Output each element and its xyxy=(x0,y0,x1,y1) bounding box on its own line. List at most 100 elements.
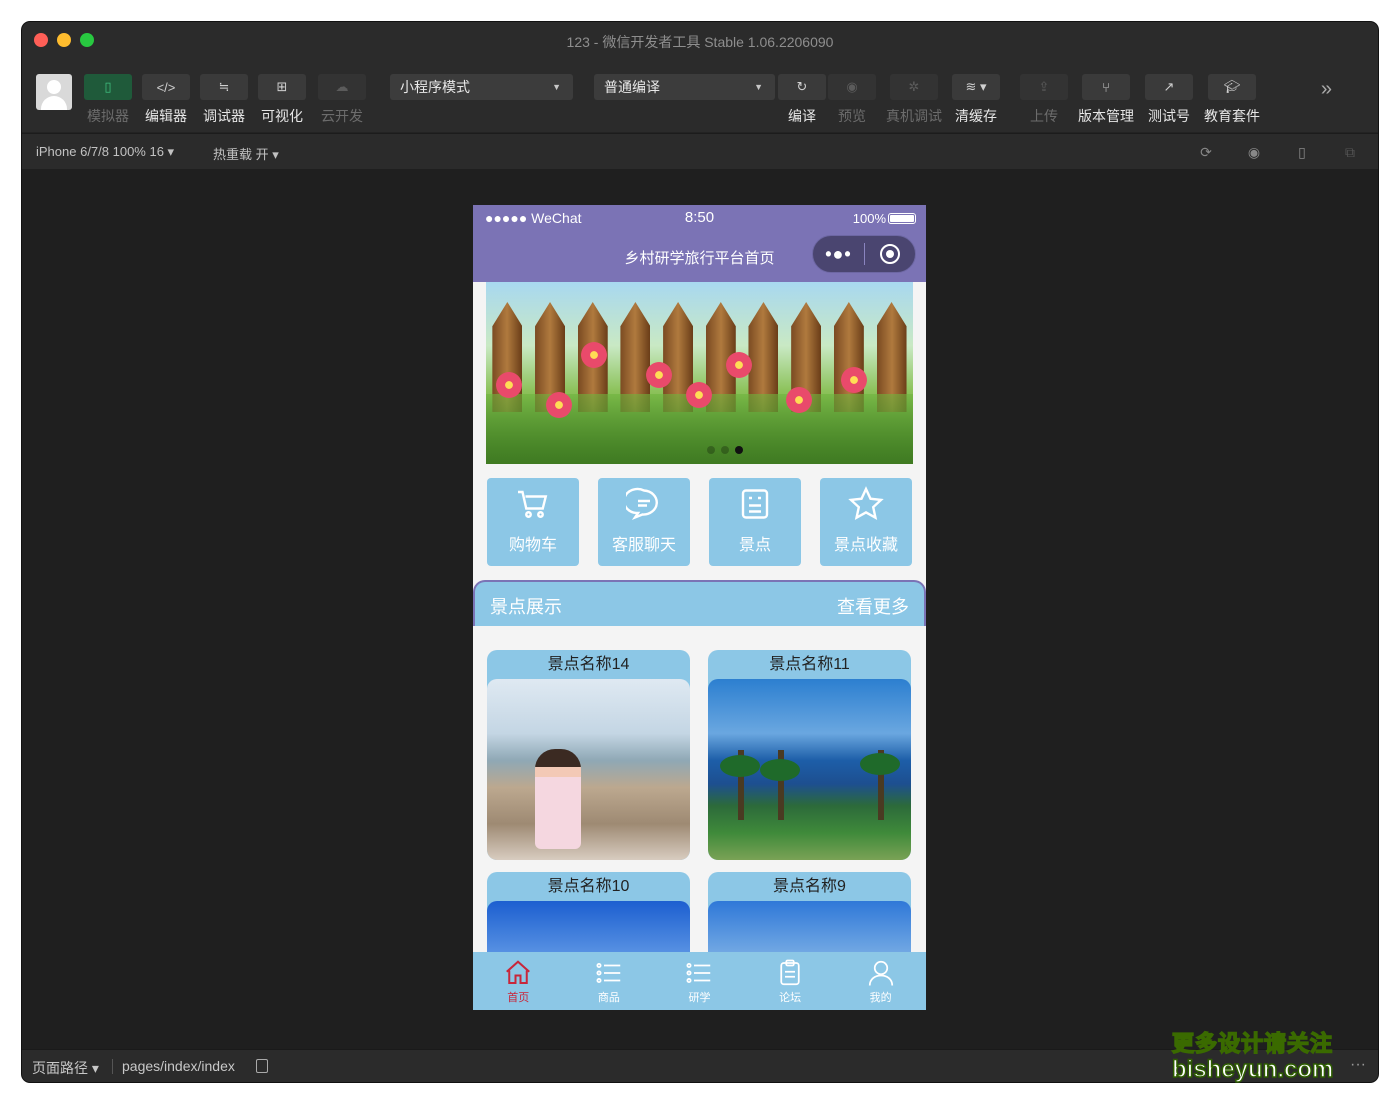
cart-icon xyxy=(518,490,548,518)
layers-icon: ≋ ▾ xyxy=(965,79,987,94)
hot-reload-toggle[interactable]: 热重载 开 ▾ xyxy=(213,144,279,163)
chevron-down-icon: ▼ xyxy=(552,82,561,92)
tab-mine-label: 我的 xyxy=(869,992,892,1004)
tab-study-label: 研学 xyxy=(688,992,711,1004)
watermark-line1: 更多设计请关注 xyxy=(1171,1030,1334,1057)
close-miniprogram-button[interactable] xyxy=(865,244,915,264)
spot-card-image xyxy=(487,679,690,860)
tab-goods-label: 商品 xyxy=(597,992,620,1004)
visual-button[interactable]: ⊞ 可视化 xyxy=(258,74,306,126)
window-icon[interactable]: ⧉ xyxy=(1342,144,1358,160)
compile-select[interactable]: 普通编译 ▼ xyxy=(594,74,775,100)
device-label: iPhone 6/7/8 100% 16 xyxy=(36,144,164,159)
mode-select-value: 小程序模式 xyxy=(400,79,470,95)
phone-screen: ●●●●● WeChat 8:50 100% 乡村研学旅行平台首页 •●• 购物… xyxy=(473,205,926,1010)
more-icon[interactable]: » xyxy=(1321,78,1332,101)
simulator-button[interactable]: ▯ 模拟器 xyxy=(84,74,132,126)
section-title: 景点展示 xyxy=(490,597,562,617)
menu-cart-label: 购物车 xyxy=(508,537,557,554)
copy-icon[interactable] xyxy=(256,1059,268,1073)
menu-chat[interactable]: 客服聊天 xyxy=(598,478,690,566)
menu-spots[interactable]: 景点 xyxy=(709,478,801,566)
spot-card[interactable]: 景点名称14 xyxy=(487,650,690,860)
preview-label: 预览 xyxy=(838,108,866,124)
user-icon xyxy=(868,960,893,986)
spot-card-title: 景点名称10 xyxy=(547,878,630,895)
menu-favorites-label: 景点收藏 xyxy=(833,537,898,554)
page-path-select[interactable]: 页面路径 ▾ xyxy=(32,1058,99,1078)
menu-spots-label: 景点 xyxy=(738,537,771,554)
tab-forum-label: 论坛 xyxy=(779,992,802,1004)
home-icon xyxy=(506,960,531,984)
debugger-button[interactable]: ≒ 调试器 xyxy=(200,74,248,126)
upload-label: 上传 xyxy=(1030,108,1058,124)
chevron-down-icon: ▼ xyxy=(754,82,763,92)
rotate-icon[interactable]: ⟳ xyxy=(1198,144,1214,160)
title-bar: 123 - 微信开发者工具 Stable 1.06.2206090 xyxy=(22,22,1378,60)
watermark: 更多设计请关注 bisheyun.com xyxy=(1171,1026,1334,1084)
spot-card-title: 景点名称14 xyxy=(547,656,630,673)
preview-button[interactable]: ◉ 预览 xyxy=(828,74,876,126)
upload-icon: ⇪ xyxy=(1038,79,1050,94)
test-account-button[interactable]: ↗ 测试号 xyxy=(1145,74,1193,126)
version-button[interactable]: ⑂ 版本管理 xyxy=(1078,74,1134,126)
tab-mine[interactable]: 我的 xyxy=(835,952,926,1010)
editor-button[interactable]: </> 编辑器 xyxy=(142,74,190,126)
remote-debug-button[interactable]: ✲ 真机调试 xyxy=(886,74,942,126)
menu-grid: 购物车 客服聊天 景点 景点收藏 xyxy=(473,464,926,566)
mini-program-navbar: ●●●●● WeChat 8:50 100% 乡村研学旅行平台首页 •●• xyxy=(473,205,926,282)
version-label: 版本管理 xyxy=(1078,108,1134,124)
mode-select[interactable]: 小程序模式 ▼ xyxy=(390,74,573,100)
tab-study[interactable]: 研学 xyxy=(654,952,745,1010)
layout-icon: ⊞ xyxy=(276,79,288,94)
code-icon: </> xyxy=(156,79,176,95)
avatar[interactable] xyxy=(36,74,72,110)
menu-cart[interactable]: 购物车 xyxy=(487,478,579,566)
window-title: 123 - 微信开发者工具 Stable 1.06.2206090 xyxy=(566,34,834,50)
visual-label: 可视化 xyxy=(261,108,303,124)
device-select[interactable]: iPhone 6/7/8 100% 16 ▾ xyxy=(36,144,174,160)
more-options-icon[interactable]: ··· xyxy=(1350,1056,1366,1074)
menu-favorites[interactable]: 景点收藏 xyxy=(820,478,912,566)
section-header: 景点展示 查看更多 xyxy=(473,580,926,626)
spot-card[interactable]: 景点名称11 xyxy=(708,650,911,860)
eye-icon: ◉ xyxy=(846,79,858,94)
tab-home-label: 首页 xyxy=(507,992,530,1004)
debug-icon: ≒ xyxy=(218,79,230,94)
external-icon: ↗ xyxy=(1163,79,1175,94)
cloud-icon: ☁ xyxy=(335,79,349,94)
carousel-indicator[interactable] xyxy=(486,446,913,454)
cloud-dev-label: 云开发 xyxy=(321,108,363,124)
stop-icon[interactable]: ◉ xyxy=(1246,144,1262,160)
phone-icon: ▯ xyxy=(104,79,112,94)
banner-carousel[interactable] xyxy=(486,282,913,464)
list-icon xyxy=(741,489,769,519)
tab-goods[interactable]: 商品 xyxy=(564,952,655,1010)
simulator-stage: ●●●●● WeChat 8:50 100% 乡村研学旅行平台首页 •●• 购物… xyxy=(22,169,1378,1049)
graduation-icon: 🎓︎ xyxy=(1223,79,1241,94)
more-dots-icon[interactable]: •●• xyxy=(813,244,864,265)
tab-forum[interactable]: 论坛 xyxy=(745,952,836,1010)
remote-debug-label: 真机调试 xyxy=(886,108,942,124)
star-icon xyxy=(848,486,884,520)
watermark-line2: bisheyun.com xyxy=(1171,1055,1334,1084)
clear-cache-label: 清缓存 xyxy=(955,108,997,124)
toolbar: ▯ 模拟器 </> 编辑器 ≒ 调试器 ⊞ 可视化 ☁ 云开发 小程序模式 ▼ … xyxy=(22,60,1378,133)
refresh-icon: ↻ xyxy=(796,79,808,94)
capsule-menu[interactable]: •●• xyxy=(812,235,916,273)
device-bar: iPhone 6/7/8 100% 16 ▾ 热重载 开 ▾ ⟳ ◉ ▯ ⧉ xyxy=(22,133,1378,169)
devtools-window: 123 - 微信开发者工具 Stable 1.06.2206090 ▯ 模拟器 … xyxy=(22,22,1378,1082)
edu-kit-button[interactable]: 🎓︎ 教育套件 xyxy=(1204,74,1260,126)
spot-card-image xyxy=(708,679,911,860)
clipboard-icon xyxy=(780,959,800,986)
edu-kit-label: 教育套件 xyxy=(1204,108,1260,124)
clear-cache-button[interactable]: ≋ ▾ 清缓存 xyxy=(952,74,1000,126)
cloud-dev-button[interactable]: ☁ 云开发 xyxy=(318,74,366,126)
tab-home[interactable]: 首页 xyxy=(473,952,564,1010)
phone-icon[interactable]: ▯ xyxy=(1294,144,1310,160)
compile-select-value: 普通编译 xyxy=(604,79,660,95)
view-more-link[interactable]: 查看更多 xyxy=(837,593,909,619)
upload-button[interactable]: ⇪ 上传 xyxy=(1020,74,1068,126)
tab-bar: 首页 商品 研学 论坛 我的 xyxy=(473,952,926,1010)
list-icon xyxy=(686,962,711,984)
